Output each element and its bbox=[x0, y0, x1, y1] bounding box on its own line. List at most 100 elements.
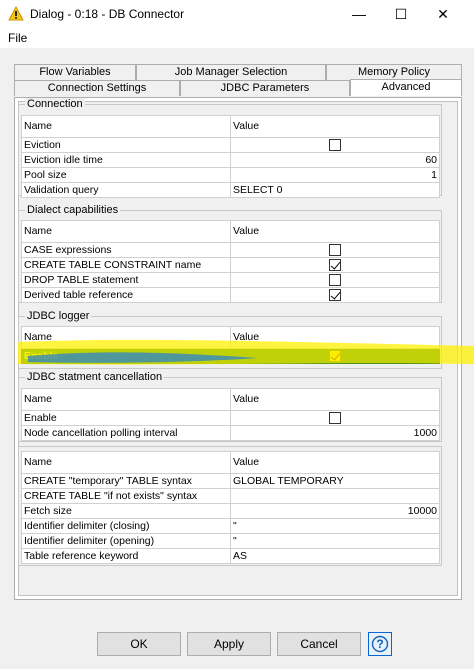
tab-job-manager-selection[interactable]: Job Manager Selection bbox=[136, 64, 326, 80]
drop-table-checkbox[interactable] bbox=[329, 273, 341, 286]
name-column-header: Name bbox=[21, 326, 231, 349]
name-column-header: Name bbox=[21, 220, 231, 243]
table-row[interactable]: CREATE TABLE CONSTRAINT name bbox=[21, 257, 440, 273]
jdbc-logger-group-title: JDBC logger bbox=[25, 310, 92, 322]
table-header-row: Name Value bbox=[21, 220, 440, 243]
name-column-header: Name bbox=[21, 388, 231, 411]
table-row[interactable]: Table reference keyword AS bbox=[21, 548, 440, 564]
property-name: Pool size bbox=[21, 167, 231, 183]
case-expressions-checkbox[interactable] bbox=[329, 243, 341, 256]
dialect-group-title: Dialect capabilities bbox=[25, 204, 121, 216]
property-value[interactable]: 10000 bbox=[230, 503, 440, 519]
help-glyph: ? bbox=[376, 637, 384, 651]
close-button[interactable]: ✕ bbox=[420, 0, 466, 28]
table-row[interactable]: DROP TABLE statement bbox=[21, 272, 440, 288]
minimize-button[interactable]: — bbox=[336, 0, 382, 28]
derived-table-checkbox[interactable] bbox=[329, 288, 341, 301]
cancel-button[interactable]: Cancel bbox=[277, 632, 361, 656]
table-row[interactable]: Fetch size 10000 bbox=[21, 503, 440, 519]
misc-table: Name Value CREATE "temporary" TABLE synt… bbox=[21, 451, 440, 564]
table-row[interactable]: Eviction idle time 60 bbox=[21, 152, 440, 168]
property-name: Table reference keyword bbox=[21, 548, 231, 564]
tab-advanced[interactable]: Advanced bbox=[350, 79, 462, 96]
close-icon: ✕ bbox=[437, 5, 449, 22]
value-column-header: Value bbox=[230, 115, 440, 138]
property-name: Node cancellation polling interval bbox=[21, 425, 231, 441]
drop-table-checkbox-cell[interactable] bbox=[230, 272, 440, 288]
property-value[interactable]: AS bbox=[230, 548, 440, 564]
table-row[interactable]: CASE expressions bbox=[21, 242, 440, 258]
help-button[interactable]: ? bbox=[368, 632, 392, 656]
table-row[interactable]: Validation query SELECT 0 bbox=[21, 182, 440, 198]
table-row[interactable]: Identifier delimiter (closing) " bbox=[21, 518, 440, 534]
tab-jdbc-parameters[interactable]: JDBC Parameters bbox=[180, 80, 350, 96]
property-name: CREATE TABLE CONSTRAINT name bbox=[21, 257, 231, 273]
property-value[interactable] bbox=[230, 488, 440, 504]
value-column-header: Value bbox=[230, 388, 440, 411]
tab-flow-variables[interactable]: Flow Variables bbox=[14, 64, 136, 80]
eviction-checkbox-cell[interactable] bbox=[230, 137, 440, 153]
name-column-header: Name bbox=[21, 451, 231, 474]
property-value[interactable]: " bbox=[230, 533, 440, 549]
maximize-icon: ☐ bbox=[394, 5, 408, 22]
property-value[interactable]: SELECT 0 bbox=[230, 182, 440, 198]
cancellation-enable-checkbox-cell[interactable] bbox=[230, 410, 440, 426]
tab-memory-policy[interactable]: Memory Policy bbox=[326, 64, 462, 80]
property-name: Enable bbox=[21, 410, 231, 426]
table-row[interactable]: Identifier delimiter (opening) " bbox=[21, 533, 440, 549]
dialect-table: Name Value CASE expressions CREATE TABLE… bbox=[21, 220, 440, 303]
apply-button[interactable]: Apply bbox=[187, 632, 271, 656]
constraint-name-checkbox-cell[interactable] bbox=[230, 257, 440, 273]
name-column-header: Name bbox=[21, 115, 231, 138]
connection-table: Name Value Eviction Eviction idle time 6… bbox=[21, 115, 440, 198]
minimize-icon: — bbox=[352, 6, 366, 22]
table-row[interactable]: CREATE TABLE "if not exists" syntax bbox=[21, 488, 440, 504]
table-header-row: Name Value bbox=[21, 451, 440, 474]
property-name: Fetch size bbox=[21, 503, 231, 519]
table-row[interactable]: Pool size 1 bbox=[21, 167, 440, 183]
derived-table-checkbox-cell[interactable] bbox=[230, 287, 440, 303]
warning-app-icon bbox=[8, 6, 24, 21]
cancellation-group-title: JDBC statment cancellation bbox=[25, 371, 165, 383]
property-value[interactable]: 60 bbox=[230, 152, 440, 168]
tab-connection-settings[interactable]: Connection Settings bbox=[14, 80, 180, 96]
property-name: Identifier delimiter (opening) bbox=[21, 533, 231, 549]
property-name: CASE expressions bbox=[21, 242, 231, 258]
property-value[interactable]: 1 bbox=[230, 167, 440, 183]
jdbc-logger-table: Name Value Enable bbox=[21, 326, 440, 364]
property-name: CREATE TABLE "if not exists" syntax bbox=[21, 488, 231, 504]
table-row[interactable]: Enable bbox=[21, 410, 440, 426]
case-expressions-checkbox-cell[interactable] bbox=[230, 242, 440, 258]
table-row[interactable]: Derived table reference bbox=[21, 287, 440, 303]
table-row[interactable]: Node cancellation polling interval 1000 bbox=[21, 425, 440, 441]
menu-file[interactable]: File bbox=[8, 31, 27, 45]
table-row-selected[interactable]: Enable bbox=[21, 348, 440, 364]
maximize-button[interactable]: ☐ bbox=[378, 0, 424, 28]
value-column-header: Value bbox=[230, 451, 440, 474]
jdbc-logger-enable-checkbox-cell[interactable] bbox=[230, 348, 440, 364]
property-name: Identifier delimiter (closing) bbox=[21, 518, 231, 534]
constraint-name-checkbox[interactable] bbox=[329, 258, 341, 271]
property-value[interactable]: GLOBAL TEMPORARY bbox=[230, 473, 440, 489]
property-name: DROP TABLE statement bbox=[21, 272, 231, 288]
property-value[interactable]: " bbox=[230, 518, 440, 534]
ok-button[interactable]: OK bbox=[97, 632, 181, 656]
value-column-header: Value bbox=[230, 220, 440, 243]
property-name: Enable bbox=[21, 348, 231, 364]
table-row[interactable]: Eviction bbox=[21, 137, 440, 153]
window-title: Dialog - 0:18 - DB Connector bbox=[30, 7, 185, 21]
jdbc-logger-enable-checkbox[interactable] bbox=[329, 349, 341, 362]
title-bar: Dialog - 0:18 - DB Connector — ☐ ✕ bbox=[0, 0, 474, 28]
table-row[interactable]: CREATE "temporary" TABLE syntax GLOBAL T… bbox=[21, 473, 440, 489]
cancellation-table: Name Value Enable Node cancellation poll… bbox=[21, 388, 440, 441]
value-column-header: Value bbox=[230, 326, 440, 349]
property-name: Derived table reference bbox=[21, 287, 231, 303]
menu-bar: File bbox=[0, 28, 474, 48]
property-value[interactable]: 1000 bbox=[230, 425, 440, 441]
eviction-checkbox[interactable] bbox=[329, 138, 341, 151]
table-header-row: Name Value bbox=[21, 326, 440, 349]
property-name: Eviction bbox=[21, 137, 231, 153]
cancellation-enable-checkbox[interactable] bbox=[329, 411, 341, 424]
property-name: Validation query bbox=[21, 182, 231, 198]
table-header-row: Name Value bbox=[21, 388, 440, 411]
